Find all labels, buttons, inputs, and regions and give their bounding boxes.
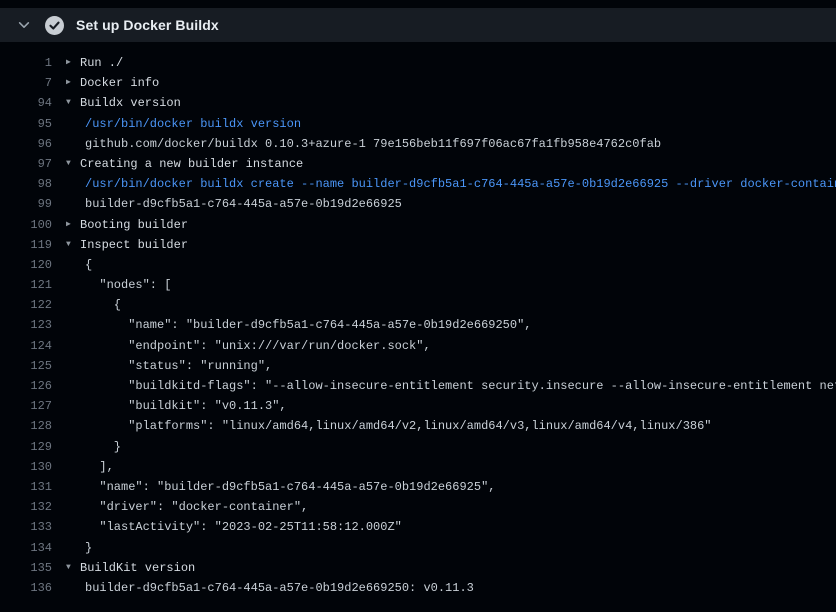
line-text: /usr/bin/docker buildx create --name bui… — [66, 174, 836, 194]
log-line: 128 "platforms": "linux/amd64,linux/amd6… — [0, 416, 836, 436]
line-number[interactable]: 7 — [0, 73, 52, 93]
line-text: "platforms": "linux/amd64,linux/amd64/v2… — [66, 416, 712, 436]
line-number[interactable]: 96 — [0, 134, 52, 154]
log-line: 134 } — [0, 538, 836, 558]
group-toggle-icon[interactable]: ▼ — [66, 154, 80, 174]
line-text: } — [66, 538, 92, 558]
line-number[interactable]: 119 — [0, 235, 52, 255]
group-toggle-icon[interactable]: ▼ — [66, 558, 80, 578]
line-number[interactable]: 131 — [0, 477, 52, 497]
line-text: "driver": "docker-container", — [66, 497, 308, 517]
log-line: 122 { — [0, 295, 836, 315]
line-text: "buildkit": "v0.11.3", — [66, 396, 287, 416]
group-toggle-icon[interactable]: ▼ — [66, 235, 80, 255]
line-number[interactable]: 128 — [0, 416, 52, 436]
line-number[interactable]: 121 — [0, 275, 52, 295]
log-line: 125 "status": "running", — [0, 356, 836, 376]
line-number[interactable]: 129 — [0, 437, 52, 457]
log-line: 132 "driver": "docker-container", — [0, 497, 836, 517]
line-text: ], — [66, 457, 114, 477]
line-number[interactable]: 122 — [0, 295, 52, 315]
log-line: 98 /usr/bin/docker buildx create --name … — [0, 174, 836, 194]
log-lines: 1 ▶ Run ./ 7 ▶ Docker info 94 ▼ Buildx v… — [0, 53, 836, 598]
line-text: Inspect builder — [80, 235, 188, 255]
line-text: "name": "builder-d9cfb5a1-c764-445a-a57e… — [66, 477, 495, 497]
log-line: 124 "endpoint": "unix:///var/run/docker.… — [0, 336, 836, 356]
log-line: 1 ▶ Run ./ — [0, 53, 836, 73]
line-text: Run ./ — [80, 53, 123, 73]
group-toggle-icon[interactable]: ▶ — [66, 73, 80, 93]
group-toggle-icon[interactable]: ▶ — [66, 53, 80, 73]
line-number[interactable]: 126 — [0, 376, 52, 396]
log-line: 133 "lastActivity": "2023-02-25T11:58:12… — [0, 517, 836, 537]
line-number[interactable]: 97 — [0, 154, 52, 174]
line-number[interactable]: 98 — [0, 174, 52, 194]
line-text: builder-d9cfb5a1-c764-445a-a57e-0b19d2e6… — [66, 578, 474, 598]
log-line: 127 "buildkit": "v0.11.3", — [0, 396, 836, 416]
log-line: 97 ▼ Creating a new builder instance — [0, 154, 836, 174]
log-line: 119 ▼ Inspect builder — [0, 235, 836, 255]
line-number[interactable]: 1 — [0, 53, 52, 73]
log-line: 120 { — [0, 255, 836, 275]
line-number[interactable]: 127 — [0, 396, 52, 416]
line-number[interactable]: 125 — [0, 356, 52, 376]
log-line: 7 ▶ Docker info — [0, 73, 836, 93]
line-text: Docker info — [80, 73, 159, 93]
line-number[interactable]: 130 — [0, 457, 52, 477]
line-number[interactable]: 123 — [0, 315, 52, 335]
line-text: "name": "builder-d9cfb5a1-c764-445a-a57e… — [66, 315, 531, 335]
check-circle-icon — [45, 16, 64, 35]
line-text: { — [66, 255, 92, 275]
log-line: 123 "name": "builder-d9cfb5a1-c764-445a-… — [0, 315, 836, 335]
group-toggle-icon[interactable]: ▶ — [66, 215, 80, 235]
line-number[interactable]: 136 — [0, 578, 52, 598]
line-text: Buildx version — [80, 93, 181, 113]
log-line: 131 "name": "builder-d9cfb5a1-c764-445a-… — [0, 477, 836, 497]
line-text: builder-d9cfb5a1-c764-445a-a57e-0b19d2e6… — [66, 194, 402, 214]
line-text: github.com/docker/buildx 0.10.3+azure-1 … — [66, 134, 661, 154]
line-number[interactable]: 134 — [0, 538, 52, 558]
log-line: 96 github.com/docker/buildx 0.10.3+azure… — [0, 134, 836, 154]
log-viewer: 1 ▶ Run ./ 7 ▶ Docker info 94 ▼ Buildx v… — [0, 42, 836, 598]
line-text: { — [66, 295, 121, 315]
line-text: "status": "running", — [66, 356, 272, 376]
line-text: } — [66, 437, 121, 457]
log-line: 129 } — [0, 437, 836, 457]
line-number[interactable]: 135 — [0, 558, 52, 578]
line-number[interactable]: 120 — [0, 255, 52, 275]
line-text: Creating a new builder instance — [80, 154, 303, 174]
line-text: "buildkitd-flags": "--allow-insecure-ent… — [66, 376, 836, 396]
log-line: 95 /usr/bin/docker buildx version — [0, 114, 836, 134]
line-text: Booting builder — [80, 215, 188, 235]
line-number[interactable]: 132 — [0, 497, 52, 517]
line-number[interactable]: 133 — [0, 517, 52, 537]
log-line: 121 "nodes": [ — [0, 275, 836, 295]
log-line: 100 ▶ Booting builder — [0, 215, 836, 235]
line-number[interactable]: 94 — [0, 93, 52, 113]
chevron-down-icon[interactable] — [16, 17, 32, 33]
log-line: 94 ▼ Buildx version — [0, 93, 836, 113]
line-text: "endpoint": "unix:///var/run/docker.sock… — [66, 336, 431, 356]
line-number[interactable]: 95 — [0, 114, 52, 134]
step-header[interactable]: Set up Docker Buildx — [0, 8, 836, 42]
line-text: "nodes": [ — [66, 275, 171, 295]
line-number[interactable]: 99 — [0, 194, 52, 214]
line-text: /usr/bin/docker buildx version — [66, 114, 301, 134]
log-line: 130 ], — [0, 457, 836, 477]
line-number[interactable]: 100 — [0, 215, 52, 235]
log-line: 126 "buildkitd-flags": "--allow-insecure… — [0, 376, 836, 396]
line-text: BuildKit version — [80, 558, 195, 578]
log-line: 136 builder-d9cfb5a1-c764-445a-a57e-0b19… — [0, 578, 836, 598]
log-line: 135 ▼ BuildKit version — [0, 558, 836, 578]
line-number[interactable]: 124 — [0, 336, 52, 356]
group-toggle-icon[interactable]: ▼ — [66, 93, 80, 113]
line-text: "lastActivity": "2023-02-25T11:58:12.000… — [66, 517, 402, 537]
step-title: Set up Docker Buildx — [76, 17, 219, 33]
log-line: 99 builder-d9cfb5a1-c764-445a-a57e-0b19d… — [0, 194, 836, 214]
